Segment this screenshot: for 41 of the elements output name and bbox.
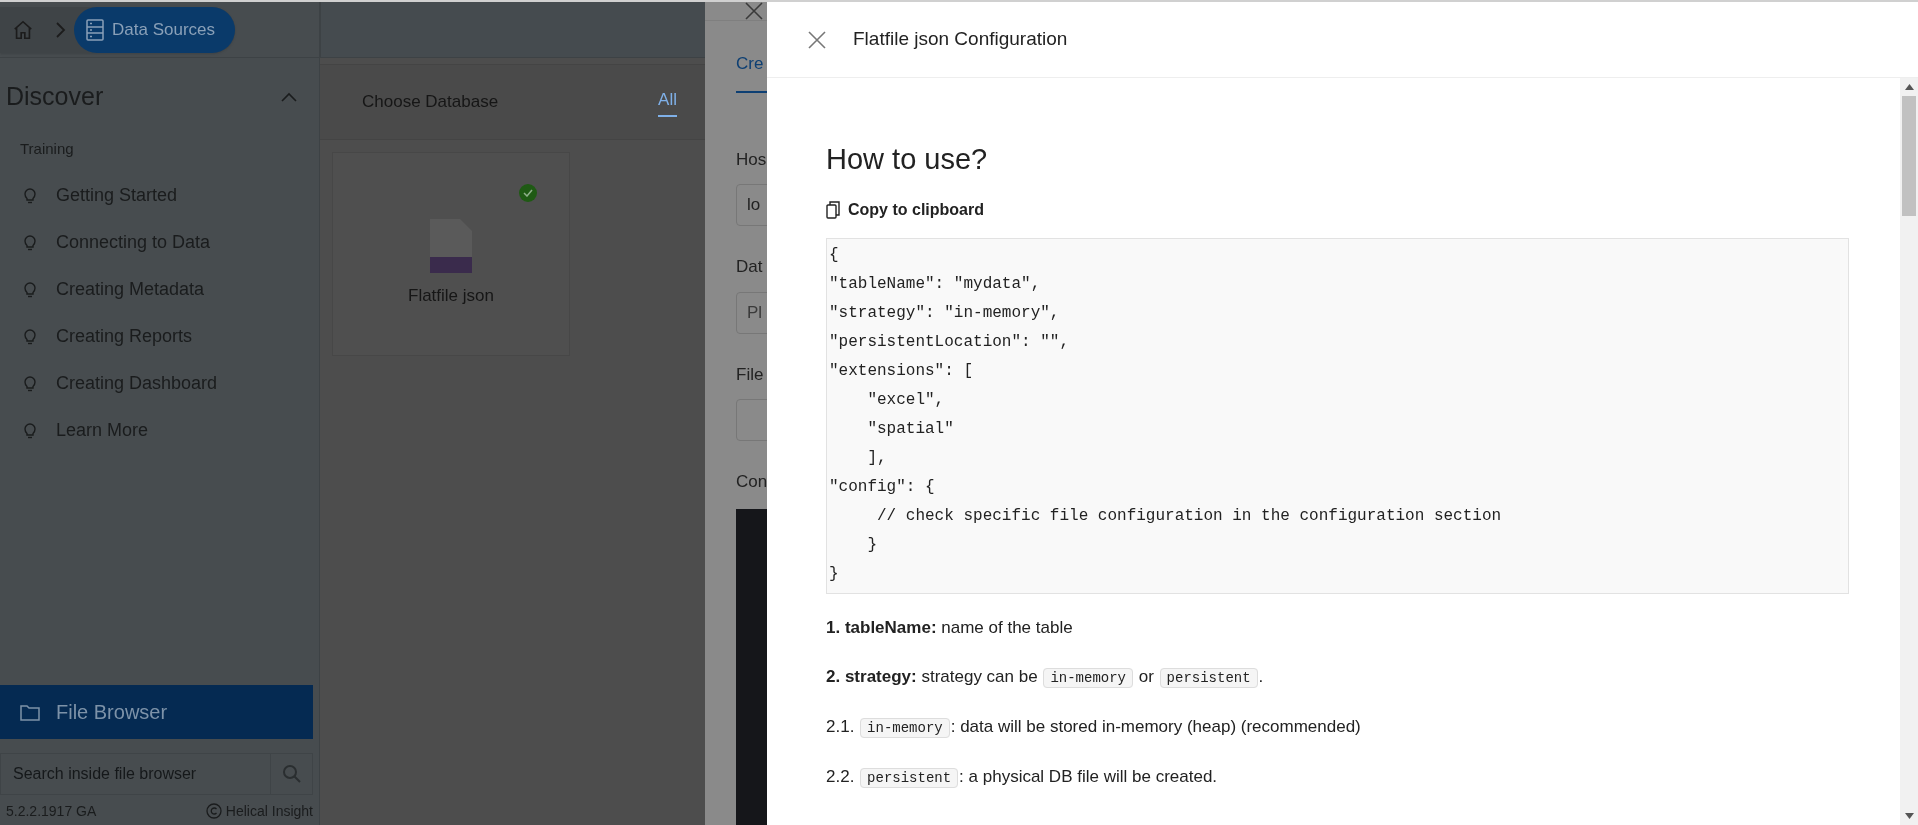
close-icon <box>808 30 826 49</box>
note-paragraph: 2.2. persistent : a physical DB file will be created. <box>826 765 1219 790</box>
code-block: { "tableName": "mydata", "strategy": "in-memory", "persistentLocation": "", "extensions": [ "excel", "spatial" ], "config": { // check specific file configuration in the configuration section } } <box>826 237 1849 594</box>
server-icon <box>86 18 104 41</box>
close-icon[interactable] <box>745 2 763 20</box>
file-browser-button[interactable]: File Browser <box>0 685 313 739</box>
panel-title: Flatfile json Configuration <box>853 27 1068 52</box>
copyright-icon <box>205 803 222 819</box>
close-button[interactable] <box>807 29 827 50</box>
note-paragraph: 2. strategy: strategy can be in-memory or persistent . <box>826 665 1265 690</box>
search-icon <box>281 764 302 784</box>
field-label: Hos <box>736 148 767 171</box>
input-field[interactable]: Pl <box>736 291 767 334</box>
note-paragraph: 1. tableName: name of the table <box>826 616 1074 639</box>
database-card[interactable]: Flatfile json <box>332 152 570 356</box>
field-label: Dat <box>736 256 764 278</box>
input-field[interactable]: lo <box>736 184 767 226</box>
lightbulb-icon <box>24 422 36 439</box>
card-label: Flatfile json <box>408 285 494 307</box>
filter-tab[interactable]: All <box>658 87 677 117</box>
scroll-up-icon[interactable] <box>1904 84 1914 90</box>
copy-icon <box>826 200 840 219</box>
scrollbar-thumb[interactable] <box>1902 96 1916 216</box>
scrollbar[interactable] <box>1900 78 1918 825</box>
section-heading: How to use? <box>826 142 989 177</box>
folder-icon <box>20 703 40 721</box>
note-paragraph: 2.1. in-memory : data will be stored in-memory (heap) (recommended) <box>826 715 1362 740</box>
field-label: Con <box>736 471 767 493</box>
lightbulb-icon <box>24 234 36 251</box>
chevron-right-icon <box>54 20 66 39</box>
scroll-down-icon[interactable] <box>1904 813 1914 819</box>
home-icon <box>12 18 34 41</box>
breadcrumb-current[interactable]: Data Sources <box>74 6 235 53</box>
lightbulb-icon <box>24 328 36 345</box>
lightbulb-icon <box>24 375 36 392</box>
field-label: File <box>736 363 765 386</box>
json-file-icon <box>430 219 472 273</box>
chevron-icon[interactable] <box>281 91 297 102</box>
copy-button[interactable]: Copy to clipboard <box>826 197 984 222</box>
lightbulb-icon <box>24 187 36 204</box>
lightbulb-icon <box>24 281 36 298</box>
